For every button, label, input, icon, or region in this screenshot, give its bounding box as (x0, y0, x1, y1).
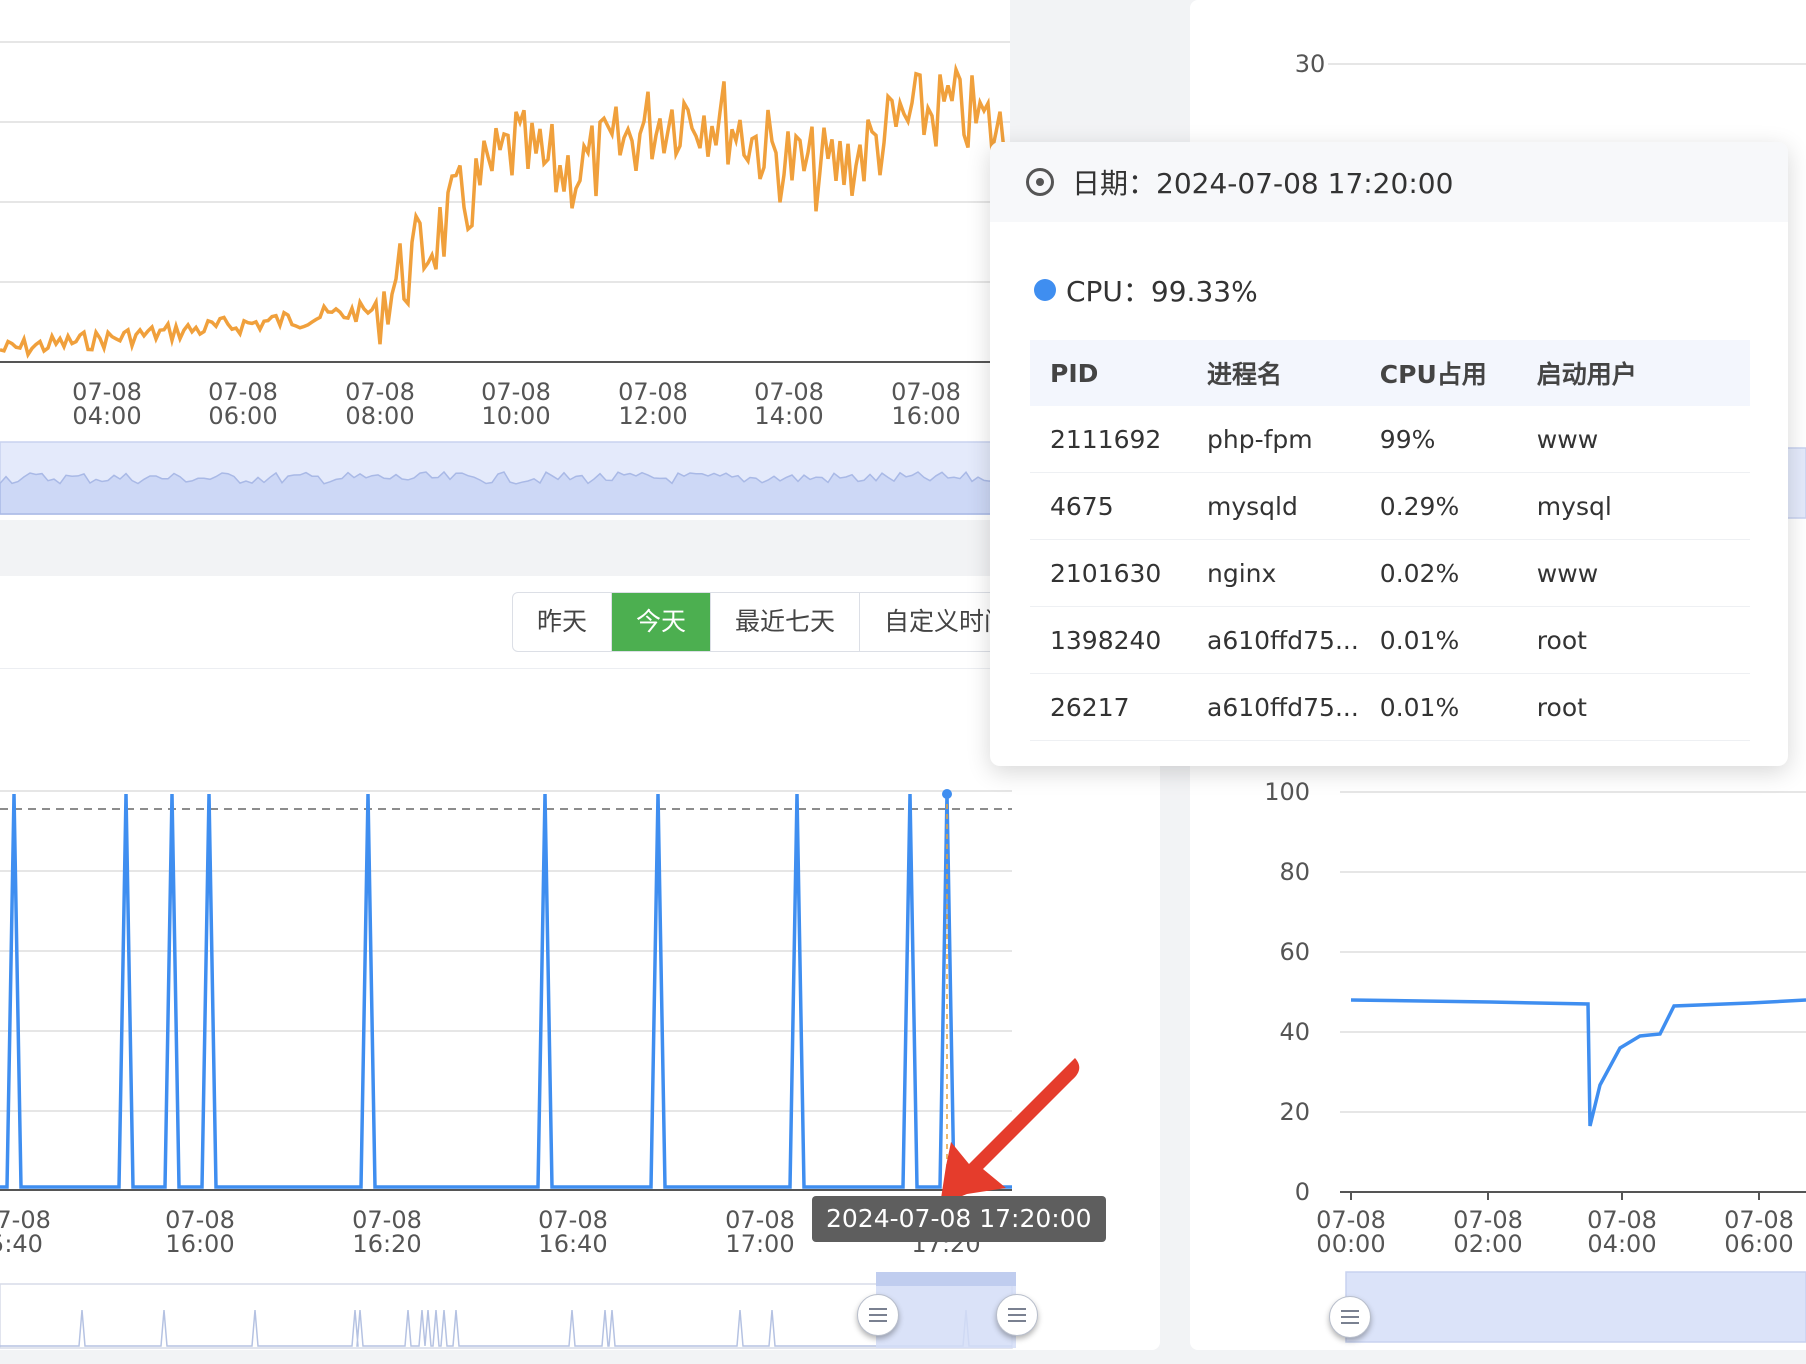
y-tick: 20 (1279, 1098, 1310, 1126)
x-tick-time: 12:00 (618, 402, 687, 430)
cell-user: www (1516, 406, 1750, 473)
table-header-row: PID 进程名 CPU占用 启动用户 (1030, 340, 1750, 406)
x-tick-time: 16:00 (165, 1230, 234, 1258)
x-tick-time: 06:00 (208, 402, 277, 430)
x-tick-time: 16:20 (352, 1230, 421, 1258)
zoom-handle-right[interactable] (996, 1294, 1038, 1336)
x-tick-time: 04:00 (72, 402, 141, 430)
cell-cpu: 0.29% (1359, 472, 1517, 540)
memory-series-line (1350, 998, 1806, 1127)
x-tick-time: 00:00 (1316, 1230, 1385, 1258)
zoom-drag-bar[interactable] (876, 1272, 1016, 1286)
load-line-chart: 07-0804:00 07-0806:00 07-0808:00 07-0810… (0, 41, 1011, 515)
cell-name: a610ffd75... (1187, 673, 1360, 741)
cell-pid: 2101630 (1030, 539, 1187, 607)
cell-user: mysql (1516, 472, 1750, 540)
y-tick: 80 (1279, 858, 1310, 886)
cell-cpu: 0.02% (1359, 539, 1517, 607)
x-tick-time: 5:40 (0, 1230, 43, 1258)
cell-cpu: 0.01% (1359, 606, 1517, 674)
cell-pid: 2111692 (1030, 406, 1187, 473)
y-tick: 30 (1295, 50, 1326, 78)
y-tick: 40 (1279, 1018, 1310, 1046)
x-axis-hover-time: 2024-07-08 17:20:00 (812, 1196, 1106, 1242)
column-header-pid: PID (1030, 340, 1187, 406)
cell-user: root (1516, 673, 1750, 741)
x-axis-ticks: 07-0804:00 07-0806:00 07-0808:00 07-0810… (72, 378, 961, 430)
cell-name: a610ffd75... (1187, 606, 1360, 674)
column-header-user: 启动用户 (1516, 340, 1750, 406)
x-tick-time: 16:40 (538, 1230, 607, 1258)
cpu-process-tooltip: 日期：2024-07-08 17:20:00 CPU：99.33% PID 进程… (990, 142, 1788, 766)
y-tick: 60 (1279, 938, 1310, 966)
tooltip-cpu-label: CPU：99.33% (1066, 275, 1258, 308)
column-header-name: 进程名 (1187, 340, 1360, 406)
table-row: 4675 mysqld 0.29% mysql (1030, 472, 1750, 540)
table-row: 2111692 php-fpm 99% www (1030, 406, 1750, 473)
x-tick-time: 10:00 (481, 402, 550, 430)
y-tick: 100 (1264, 778, 1310, 806)
y-tick: 0 (1295, 1178, 1310, 1206)
tooltip-series-value: CPU：99.33% (1034, 270, 1788, 310)
table-row: 1398240 a610ffd75... 0.01% root (1030, 606, 1750, 674)
x-tick-time: 08:00 (345, 402, 414, 430)
cell-name: php-fpm (1187, 406, 1360, 473)
tooltip-header: 日期：2024-07-08 17:20:00 (990, 142, 1788, 222)
x-tick-time: 04:00 (1587, 1230, 1656, 1258)
cell-pid: 4675 (1030, 472, 1187, 540)
table-row: 26217 a610ffd75... 0.01% root (1030, 673, 1750, 741)
data-zoom-slider[interactable] (1345, 1271, 1806, 1343)
cpu-series-line (0, 793, 1012, 1189)
x-tick-time: 16:00 (891, 402, 960, 430)
clock-icon (1026, 168, 1054, 196)
x-tick-time: 06:00 (1724, 1230, 1793, 1258)
cell-cpu: 0.01% (1359, 673, 1517, 741)
tooltip-date: 日期：2024-07-08 17:20:00 (1072, 167, 1454, 200)
hover-point[interactable] (942, 789, 952, 799)
process-table: PID 进程名 CPU占用 启动用户 2111692 php-fpm 99% w… (1030, 340, 1750, 741)
x-tick-time: 02:00 (1453, 1230, 1522, 1258)
table-row: 2101630 nginx 0.02% www (1030, 539, 1750, 607)
cell-cpu: 99% (1359, 406, 1517, 473)
cell-name: nginx (1187, 539, 1360, 607)
cell-pid: 1398240 (1030, 606, 1187, 674)
x-tick-time: 14:00 (754, 402, 823, 430)
cell-name: mysqld (1187, 472, 1360, 540)
load-series-line (0, 62, 1010, 359)
red-arrow-annotation (940, 1058, 1080, 1205)
series-dot-icon (1034, 279, 1056, 301)
column-header-cpu: CPU占用 (1359, 340, 1517, 406)
zoom-handle-left[interactable] (1329, 1296, 1371, 1338)
cell-user: www (1516, 539, 1750, 607)
cell-user: root (1516, 606, 1750, 674)
zoom-handle-left[interactable] (857, 1294, 899, 1336)
x-tick-time: 17:00 (725, 1230, 794, 1258)
x-axis-ticks: 07-0800:00 07-0802:00 07-0804:00 07-0806… (1316, 1192, 1794, 1258)
load-chart-panel: 07-08 04:00 07-08 06:00 07-08 08:00 07-08 10… (0, 0, 1011, 520)
cell-pid: 26217 (1030, 673, 1187, 741)
